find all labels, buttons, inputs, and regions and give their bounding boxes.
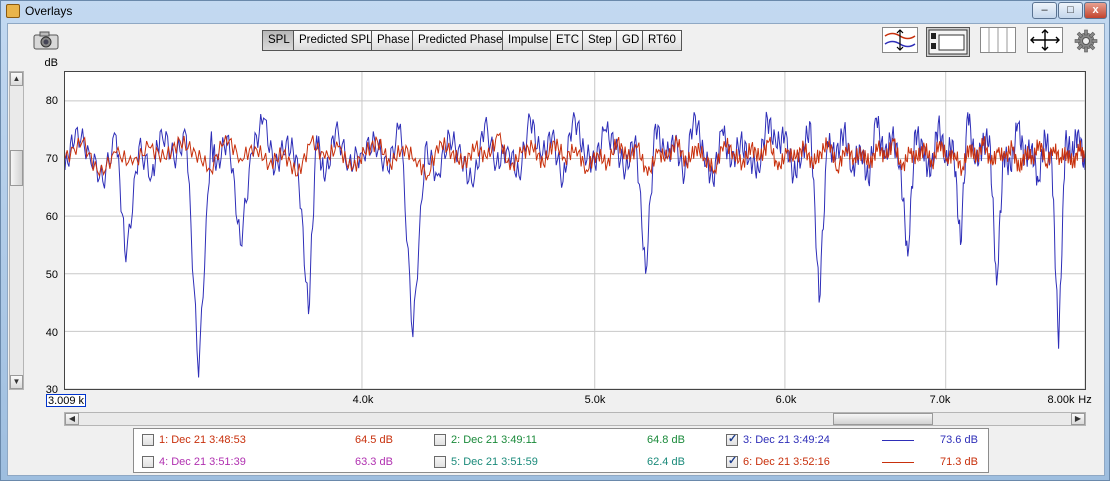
trace-6-color-swatch [882, 462, 914, 463]
minimize-button[interactable]: – [1032, 2, 1057, 19]
display-layout-icon[interactable] [926, 27, 970, 60]
tab-gd[interactable]: GD [616, 30, 646, 51]
title-bar[interactable]: Overlays – □ x [1, 1, 1109, 22]
overlays-client-area: SPL Predicted SPL Phase Predicted Phase … [7, 23, 1105, 476]
trace-3-color-swatch [882, 440, 914, 441]
horizontal-scrollbar[interactable]: ◀ ▶ [64, 412, 1086, 426]
tab-step[interactable]: Step [582, 30, 618, 51]
scroll-up-arrow-icon[interactable]: ▲ [10, 72, 23, 86]
trace-1-checkbox[interactable] [142, 434, 154, 446]
trace-2-checkbox[interactable] [434, 434, 446, 446]
y-tick-label: 60 [45, 211, 58, 223]
window-title: Overlays [25, 4, 73, 18]
vertical-scroll-thumb[interactable] [10, 150, 23, 186]
x-tick-label: 6.0k [775, 394, 797, 406]
fit-axes-icon[interactable] [1027, 27, 1063, 56]
scroll-right-arrow-icon[interactable]: ▶ [1071, 413, 1085, 425]
camera-icon[interactable] [32, 29, 60, 51]
trace-6-checkbox[interactable]: ✓ [726, 455, 738, 468]
trace-6-label: 6: Dec 21 3:52:16 [743, 456, 830, 468]
tab-rt60[interactable]: RT60 [642, 30, 682, 51]
overlay-legend: 1: Dec 21 3:48:53 64.5 dB 2: Dec 21 3:49… [133, 428, 989, 473]
trace-4-value: 63.3 dB [355, 456, 393, 468]
tab-impulse[interactable]: Impulse [502, 30, 555, 51]
y-tick-label: 80 [45, 95, 58, 107]
settings-gear-icon[interactable] [1074, 29, 1098, 56]
trace-5-value: 62.4 dB [647, 456, 685, 468]
x-tick-label: 4.0k [352, 394, 374, 406]
trace-3-label: 3: Dec 21 3:49:24 [743, 434, 830, 446]
trace-4-label: 4: Dec 21 3:51:39 [159, 456, 246, 468]
align-traces-icon[interactable] [882, 27, 918, 56]
horizontal-scroll-thumb[interactable] [833, 413, 933, 425]
tab-phase[interactable]: Phase [371, 30, 416, 51]
y-tick-label: 70 [45, 153, 58, 165]
tab-etc[interactable]: ETC [550, 30, 585, 51]
java-app-icon [6, 4, 20, 18]
trace-5-checkbox[interactable] [434, 456, 446, 468]
scroll-down-arrow-icon[interactable]: ▼ [10, 375, 23, 389]
tab-spl[interactable]: SPL [262, 30, 296, 51]
y-tick-label: 40 [45, 327, 58, 339]
trace-3-value: 73.6 dB [940, 434, 978, 446]
trace-6-value: 71.3 dB [940, 456, 978, 468]
vertical-scrollbar[interactable]: ▲ ▼ [9, 71, 24, 390]
columns-icon[interactable] [980, 27, 1016, 56]
x-tick-label: 5.0k [584, 394, 606, 406]
cursor-frequency-readout: 3.009 k [46, 394, 86, 407]
y-tick-label: 50 [45, 269, 58, 281]
trace-5-label: 5: Dec 21 3:51:59 [451, 456, 538, 468]
trace-3-checkbox[interactable]: ✓ [726, 433, 738, 446]
spl-chart-svg [64, 72, 1086, 390]
tab-predicted-spl[interactable]: Predicted SPL [293, 30, 379, 51]
trace-1-label: 1: Dec 21 3:48:53 [159, 434, 246, 446]
tab-predicted-phase[interactable]: Predicted Phase [412, 30, 509, 51]
maximize-button[interactable]: □ [1058, 2, 1083, 19]
overlays-window: Overlays – □ x SPL Predicted SPL Phase P… [0, 0, 1110, 481]
x-axis-unit-label: Hz [1078, 394, 1092, 406]
y-axis-unit-label: dB [44, 57, 58, 69]
trace-1-value: 64.5 dB [355, 434, 393, 446]
spl-overlay-plot[interactable] [64, 71, 1086, 390]
trace-2-label: 2: Dec 21 3:49:11 [451, 434, 538, 446]
trace-4-checkbox[interactable] [142, 456, 154, 468]
trace-2-value: 64.8 dB [647, 434, 685, 446]
close-button[interactable]: x [1084, 2, 1107, 19]
scroll-left-arrow-icon[interactable]: ◀ [65, 413, 79, 425]
x-tick-label: 7.0k [929, 394, 951, 406]
